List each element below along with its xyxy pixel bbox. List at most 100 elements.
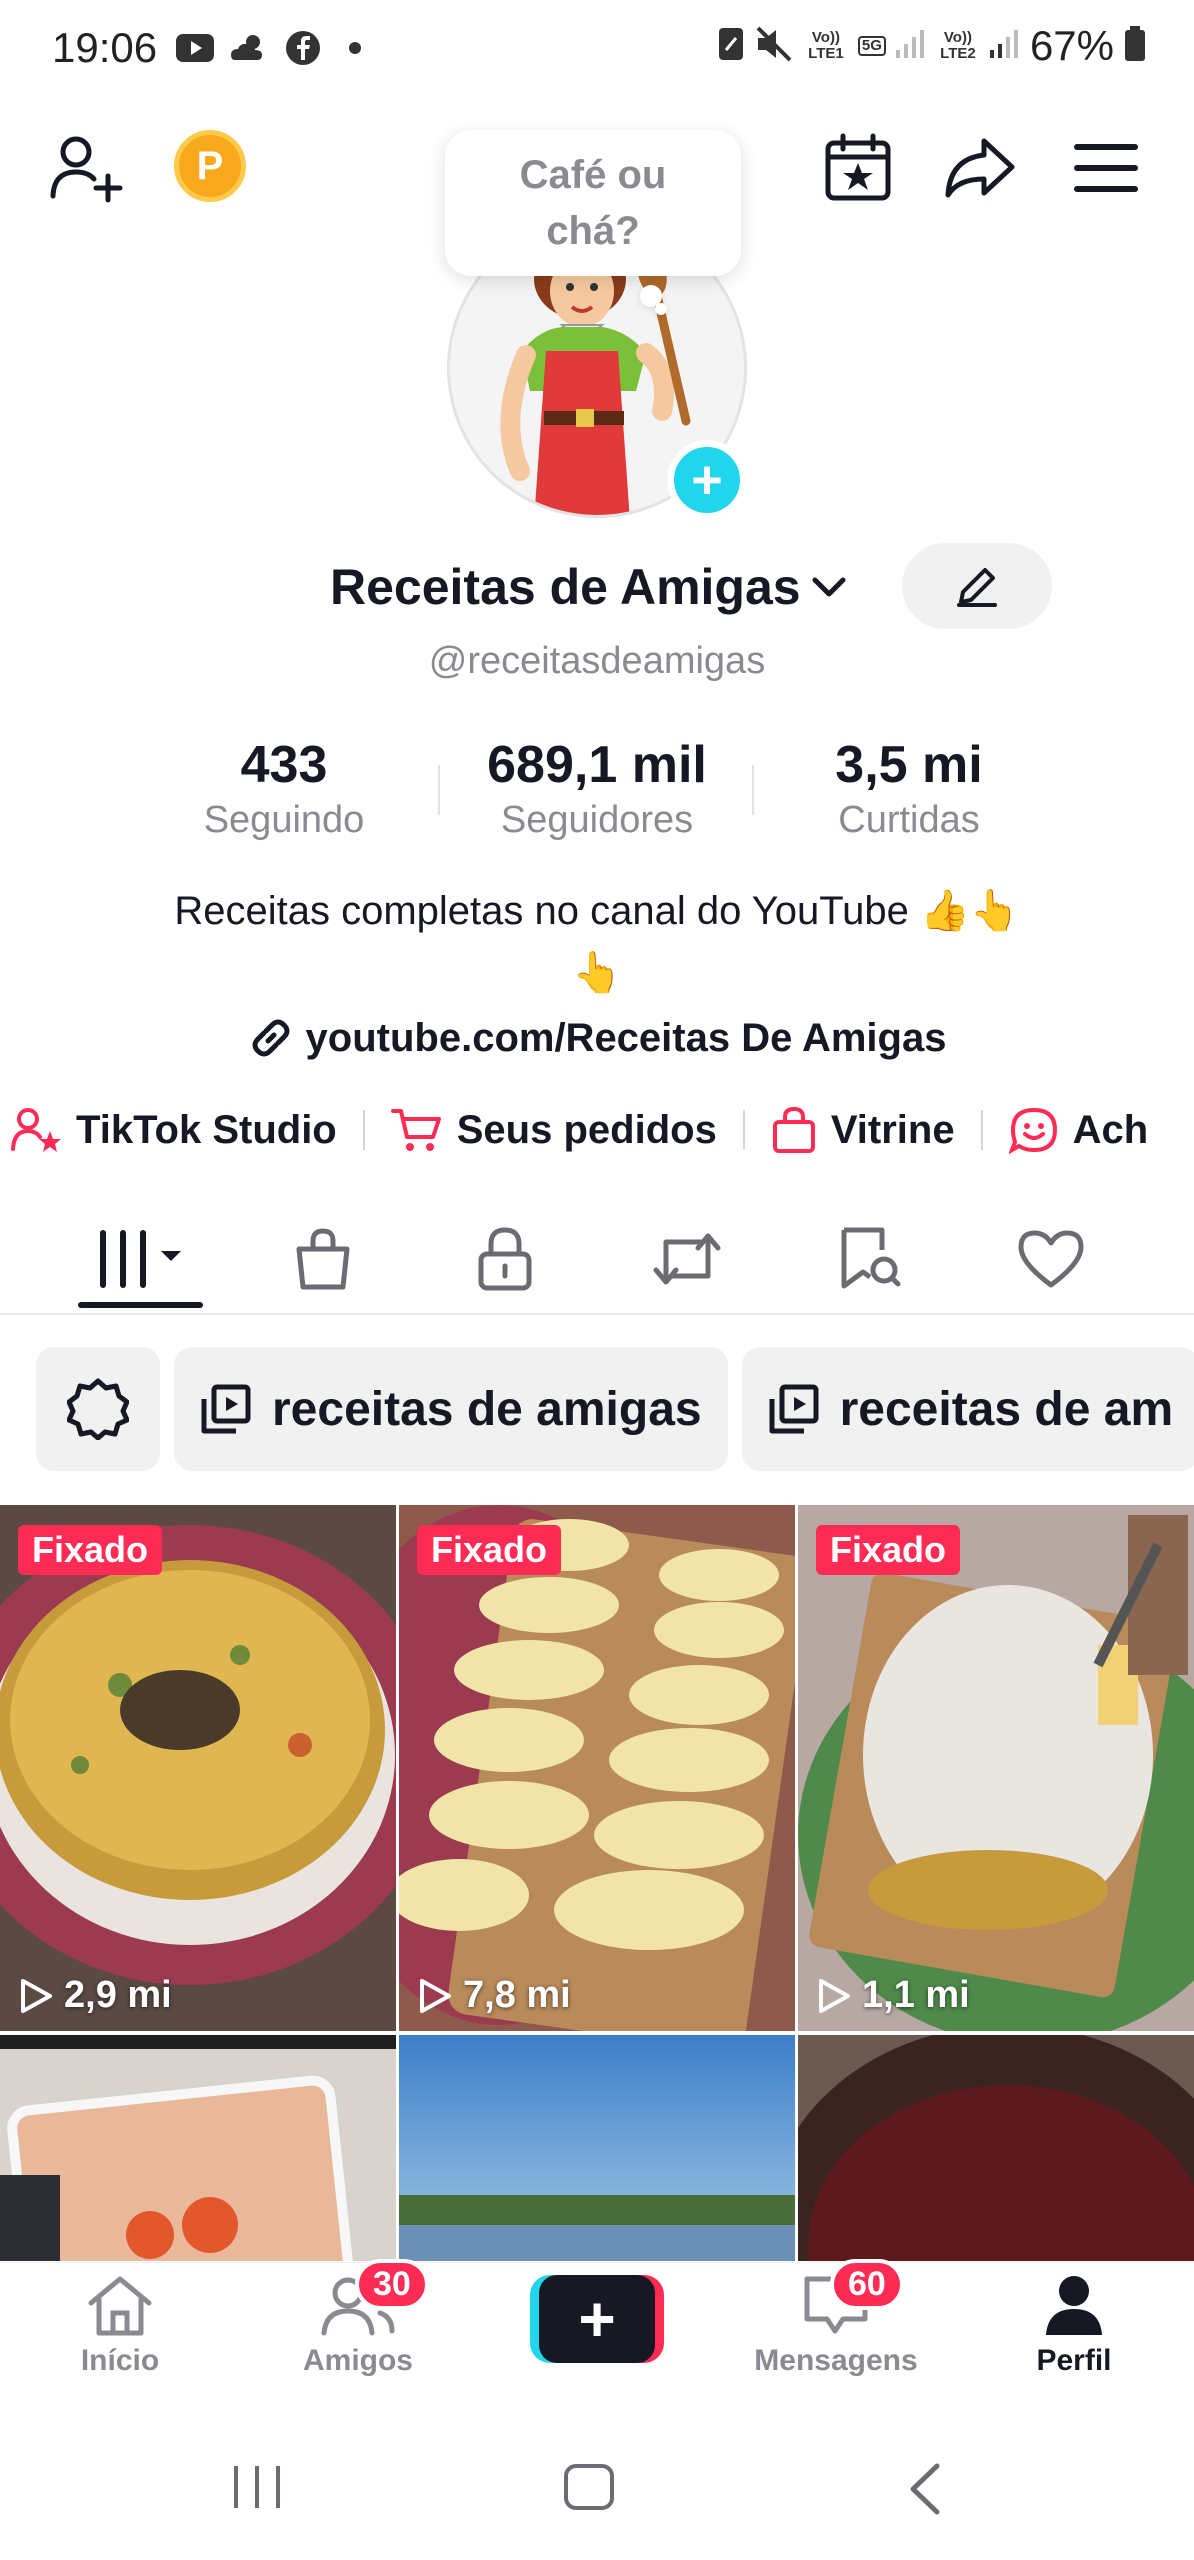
- stat-followers-label: Seguidores: [500, 799, 694, 841]
- cake-image: [798, 1505, 1194, 2031]
- shortcut-tiktok-studio[interactable]: TikTok Studio: [10, 1107, 337, 1153]
- tab-reposts[interactable]: [596, 1205, 778, 1313]
- shortcut-label: Seus pedidos: [456, 1107, 717, 1152]
- view-count: 7,8 mi: [417, 1974, 571, 2017]
- status-bar: 19:06 Vo)) LTE1 5G Vo)) LTE2 67%: [0, 0, 1194, 100]
- shortcut-label: Vitrine: [830, 1107, 955, 1152]
- pinned-badge: Fixado: [417, 1525, 562, 1575]
- video-thumbnail[interactable]: Fixado 2,9 mi: [0, 1505, 396, 2031]
- casserole-image: [0, 2035, 396, 2261]
- calendar-star-icon: [825, 133, 891, 201]
- shortcut-label: Ach: [1072, 1107, 1149, 1152]
- nav-home[interactable]: Início: [20, 2273, 220, 2378]
- profile-handle: @receitasdeamigas: [428, 640, 766, 682]
- playlist-settings-button[interactable]: [36, 1347, 160, 1471]
- tab-liked[interactable]: [960, 1205, 1142, 1313]
- tab-videos[interactable]: [50, 1205, 232, 1313]
- battery-icon: [1124, 25, 1146, 67]
- back-button[interactable]: [905, 2462, 945, 2521]
- playlist-icon: [201, 1384, 251, 1434]
- bio-line-2: 👆: [572, 951, 622, 995]
- friends-badge: 30: [355, 2259, 429, 2310]
- add-friend-button[interactable]: [46, 128, 126, 208]
- pinned-badge: Fixado: [18, 1525, 163, 1575]
- menu-button[interactable]: [1066, 128, 1146, 208]
- nav-messages-label: Mensagens: [754, 2344, 918, 2377]
- status-left-icons: [175, 30, 361, 66]
- video-thumbnail[interactable]: Fixado 1,1 mi: [798, 1505, 1194, 2031]
- recent-apps-button[interactable]: [230, 2462, 284, 2517]
- content-tabs: [0, 1205, 1194, 1315]
- add-story-button[interactable]: +: [667, 440, 747, 520]
- video-grid: Fixado 2,9 mi Fixado 7,8 mi Fixado 1,1 m…: [0, 1505, 1194, 2261]
- video-thumbnail[interactable]: [798, 2035, 1194, 2261]
- view-count-value: 1,1 mi: [862, 1974, 970, 2016]
- recent-apps-icon: [234, 2466, 280, 2508]
- profile-name: Receitas de Amigas: [330, 559, 801, 615]
- playlist-label: receitas de am: [839, 1382, 1174, 1436]
- play-icon: [420, 1978, 451, 2013]
- mute-icon: [754, 26, 794, 67]
- note-bubble[interactable]: Café ou chá?: [445, 130, 741, 276]
- shortcut-showcase[interactable]: Vitrine: [771, 1106, 955, 1154]
- tab-saved[interactable]: [778, 1205, 960, 1313]
- edit-profile-button[interactable]: [902, 543, 1052, 629]
- profile-link[interactable]: youtube.com/Receitas De Amigas: [0, 1015, 1194, 1061]
- status-time: 19:06: [52, 24, 158, 71]
- stat-divider: [438, 765, 440, 815]
- shortcut-divider: [742, 1110, 745, 1150]
- stat-following-label: Seguindo: [203, 799, 365, 841]
- coins-button[interactable]: P: [174, 130, 246, 202]
- video-thumbnail[interactable]: Fixado 7,8 mi: [399, 1505, 795, 2031]
- cart-icon: [390, 1109, 441, 1151]
- shortcut-divider: [980, 1110, 983, 1150]
- sticker-icon: [1008, 1107, 1057, 1154]
- play-icon: [819, 1978, 850, 2013]
- stat-followers-value: 689,1 mil: [487, 736, 707, 794]
- videos-grid-icon: [100, 1230, 181, 1288]
- view-count-value: 7,8 mi: [463, 1974, 571, 2016]
- system-navigation-bar: [0, 2412, 1194, 2560]
- playlist-chip[interactable]: receitas de amigas: [174, 1347, 728, 1471]
- shop-bag-icon: [296, 1228, 350, 1290]
- profile-shortcuts: TikTok Studio Seus pedidos Vitrine Ach: [10, 1100, 1148, 1160]
- croquettes-image: [399, 1505, 795, 2031]
- youtube-icon: [175, 30, 215, 66]
- quiche-ring-image: [0, 1505, 396, 2031]
- shortcut-more[interactable]: Ach: [1008, 1106, 1149, 1154]
- shopping-bag-icon: [772, 1106, 815, 1153]
- view-count-value: 2,9 mi: [64, 1974, 172, 2016]
- home-system-button[interactable]: [562, 2462, 616, 2517]
- stat-likes[interactable]: 3,5 mi Curtidas: [759, 735, 1059, 842]
- video-thumbnail[interactable]: [0, 2035, 396, 2261]
- sauce-pot-image: [798, 2035, 1194, 2261]
- lock-icon: [478, 1227, 532, 1291]
- create-button-face: +: [539, 2275, 655, 2363]
- signal1-icon: [895, 28, 926, 65]
- pencil-icon: [957, 568, 997, 607]
- playlist-chip[interactable]: receitas de am: [741, 1347, 1194, 1471]
- stat-following-value: 433: [240, 736, 328, 794]
- repost-icon: [653, 1233, 721, 1285]
- profile-name-switcher[interactable]: Receitas de Amigas: [330, 558, 847, 616]
- stat-followers[interactable]: 689,1 mil Seguidores: [447, 735, 747, 842]
- nav-profile[interactable]: Perfil: [974, 2273, 1174, 2378]
- view-count: 1,1 mi: [816, 1974, 970, 2017]
- share-profile-button[interactable]: [940, 128, 1020, 208]
- coin-letter: P: [196, 143, 224, 188]
- shortcut-divider: [362, 1110, 365, 1150]
- create-button[interactable]: +: [530, 2275, 664, 2363]
- video-thumbnail[interactable]: [399, 2035, 795, 2261]
- chevron-down-icon: [812, 577, 846, 597]
- stat-following[interactable]: 433 Seguindo: [134, 735, 434, 842]
- tab-private[interactable]: [414, 1205, 596, 1313]
- tiktok-studio-icon: [11, 1108, 61, 1152]
- nfc-icon: [718, 26, 744, 67]
- tab-shop[interactable]: [232, 1205, 414, 1313]
- back-chevron-icon: [910, 2463, 940, 2515]
- calendar-button[interactable]: [818, 128, 898, 208]
- profile-icon: [1046, 2276, 1102, 2335]
- shortcut-orders[interactable]: Seus pedidos: [390, 1107, 717, 1153]
- hamburger-menu-icon: [1074, 144, 1138, 192]
- playlist-icon: [769, 1384, 819, 1434]
